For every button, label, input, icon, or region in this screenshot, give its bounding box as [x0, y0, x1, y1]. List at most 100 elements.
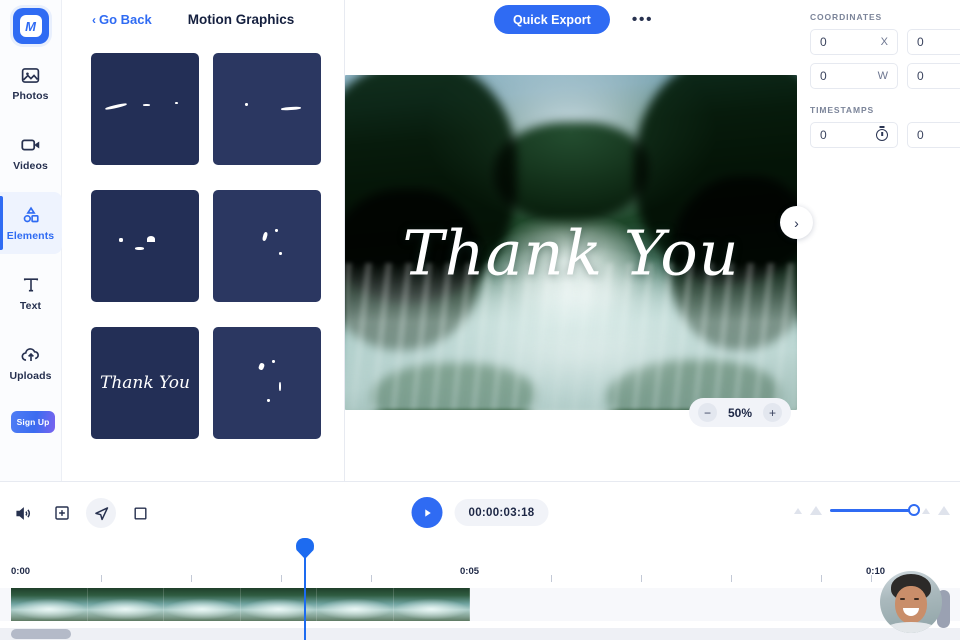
sidebar-item-uploads[interactable]: Uploads	[0, 332, 62, 394]
width-input[interactable]: 0 W	[810, 63, 898, 89]
ruler-tick	[191, 575, 192, 582]
ruler-tick	[551, 575, 552, 582]
asset-thumbnail[interactable]	[91, 53, 199, 165]
track-height-slider-group	[794, 504, 950, 516]
zoom-level-value: 50%	[727, 405, 753, 420]
asset-thumbnail[interactable]	[91, 190, 199, 302]
clip-thumbnail-frame	[164, 588, 241, 621]
large-triangle-icon	[938, 506, 950, 515]
small-triangle-icon	[922, 507, 930, 514]
w-unit-label: W	[877, 70, 888, 82]
playback-controls: 00:00:03:18	[411, 497, 549, 528]
canvas-text-overlay[interactable]: Thank You	[345, 216, 797, 289]
asset-thumbnail[interactable]	[213, 53, 321, 165]
stage-toolbar: Quick Export •••	[345, 0, 802, 39]
ruler-tick	[641, 575, 642, 582]
clip-thumbnail-frame	[393, 588, 470, 621]
ruler-tick	[371, 575, 372, 582]
canvas-stage: Quick Export ••• Thank You › − 50% +	[345, 0, 813, 481]
sidebar-label-elements: Elements	[6, 230, 55, 242]
ruler-tick	[281, 575, 282, 582]
clip-thumbnail-frame	[11, 588, 88, 621]
track-height-slider[interactable]	[830, 504, 920, 516]
timeline-ruler[interactable]: 0:00 0:05 0:10	[0, 566, 960, 588]
avatar-shirt	[886, 622, 936, 633]
ruler-time-label: 0:00	[11, 566, 31, 577]
app-logo-letter: M	[19, 15, 42, 37]
sidebar-item-videos[interactable]: Videos	[0, 122, 62, 184]
timestamp-start-value: 0	[820, 128, 827, 142]
sidebar-item-photos[interactable]: Photos	[0, 52, 62, 114]
sidebar-label-uploads: Uploads	[9, 370, 52, 382]
timeline-scrollbar[interactable]	[0, 628, 960, 640]
uploads-icon	[20, 344, 42, 366]
timecode-display: 00:00:03:18	[454, 499, 549, 526]
volume-icon[interactable]	[8, 498, 38, 528]
zoom-control: − 50% +	[689, 398, 791, 427]
photos-icon	[20, 64, 41, 86]
sidebar-item-text[interactable]: Text	[0, 262, 62, 324]
shape-icon[interactable]	[125, 498, 155, 528]
y-coordinate-value: 0	[917, 35, 924, 49]
height-input[interactable]: 0	[907, 63, 960, 89]
width-value: 0	[820, 69, 827, 83]
timeline: 0:00 0:05 0:10	[0, 542, 960, 640]
scrollbar-thumb[interactable]	[11, 629, 71, 639]
x-coordinate-input[interactable]: 0 X	[810, 29, 898, 55]
tool-group	[8, 498, 155, 528]
assets-header: ‹ Go Back Motion Graphics	[62, 0, 344, 39]
video-editor-app: M Photos Videos Elements Text Uploads Si…	[0, 0, 960, 640]
zoom-in-button[interactable]: +	[763, 403, 782, 422]
x-coordinate-value: 0	[820, 35, 827, 49]
elements-icon	[20, 204, 42, 226]
asset-grid: Thank You	[62, 39, 344, 439]
timestamps-row: 0 0	[810, 122, 960, 148]
video-canvas[interactable]: Thank You	[345, 75, 797, 410]
avatar-face	[895, 586, 927, 624]
canvas-wrapper: Thank You ›	[345, 75, 813, 410]
text-icon	[21, 274, 41, 296]
bottom-toolbar: 00:00:03:18	[0, 481, 960, 542]
add-icon[interactable]	[47, 498, 77, 528]
timeline-clip[interactable]	[11, 588, 470, 621]
asset-thumbnail-thank-you[interactable]: Thank You	[91, 327, 199, 439]
timeline-playhead[interactable]	[304, 542, 306, 640]
asset-thumbnail-caption: Thank You	[99, 373, 190, 393]
y-coordinate-input[interactable]: 0	[907, 29, 960, 55]
sidebar-label-videos: Videos	[13, 160, 48, 172]
timestamp-start-input[interactable]: 0	[810, 122, 898, 148]
coordinates-label: COORDINATES	[810, 12, 883, 22]
left-rail: M Photos Videos Elements Text Uploads Si…	[0, 0, 62, 481]
avatar-eye-left	[900, 598, 905, 600]
assets-panel-title: Motion Graphics	[187, 12, 295, 27]
chevron-right-icon[interactable]: ›	[780, 206, 813, 239]
sidebar-label-text: Text	[19, 300, 42, 312]
go-back-label: Go Back	[99, 12, 152, 27]
zoom-out-button[interactable]: −	[698, 403, 717, 422]
timestamp-end-input[interactable]: 0	[907, 122, 960, 148]
cursor-icon[interactable]	[86, 498, 116, 528]
asset-thumbnail[interactable]	[213, 190, 321, 302]
asset-thumbnail[interactable]	[213, 327, 321, 439]
coordinates-row-2: 0 W 0	[810, 63, 960, 89]
small-triangle-icon	[794, 507, 802, 514]
clip-thumbnail-frame	[317, 588, 394, 621]
clip-thumbnail-frame	[87, 588, 164, 621]
properties-panel: COORDINATES 0 X 0 0 W 0 TIMESTAMPS 0 0	[802, 0, 960, 481]
ruler-tick	[101, 575, 102, 582]
large-triangle-icon	[810, 506, 822, 515]
quick-export-button[interactable]: Quick Export	[493, 5, 610, 34]
timestamps-label: TIMESTAMPS	[810, 105, 875, 115]
more-options-icon[interactable]: •••	[632, 11, 653, 28]
slider-thumb[interactable]	[908, 504, 920, 516]
videos-icon	[20, 134, 42, 156]
webcam-avatar[interactable]	[880, 571, 942, 633]
avatar-eye-right	[914, 598, 919, 600]
app-logo[interactable]: M	[12, 8, 49, 44]
go-back-button[interactable]: ‹ Go Back	[92, 12, 152, 27]
play-button[interactable]	[411, 497, 443, 528]
sign-up-button[interactable]: Sign Up	[11, 411, 55, 433]
sidebar-item-elements[interactable]: Elements	[0, 192, 62, 254]
stopwatch-icon	[876, 129, 888, 141]
x-unit-label: X	[880, 36, 888, 48]
